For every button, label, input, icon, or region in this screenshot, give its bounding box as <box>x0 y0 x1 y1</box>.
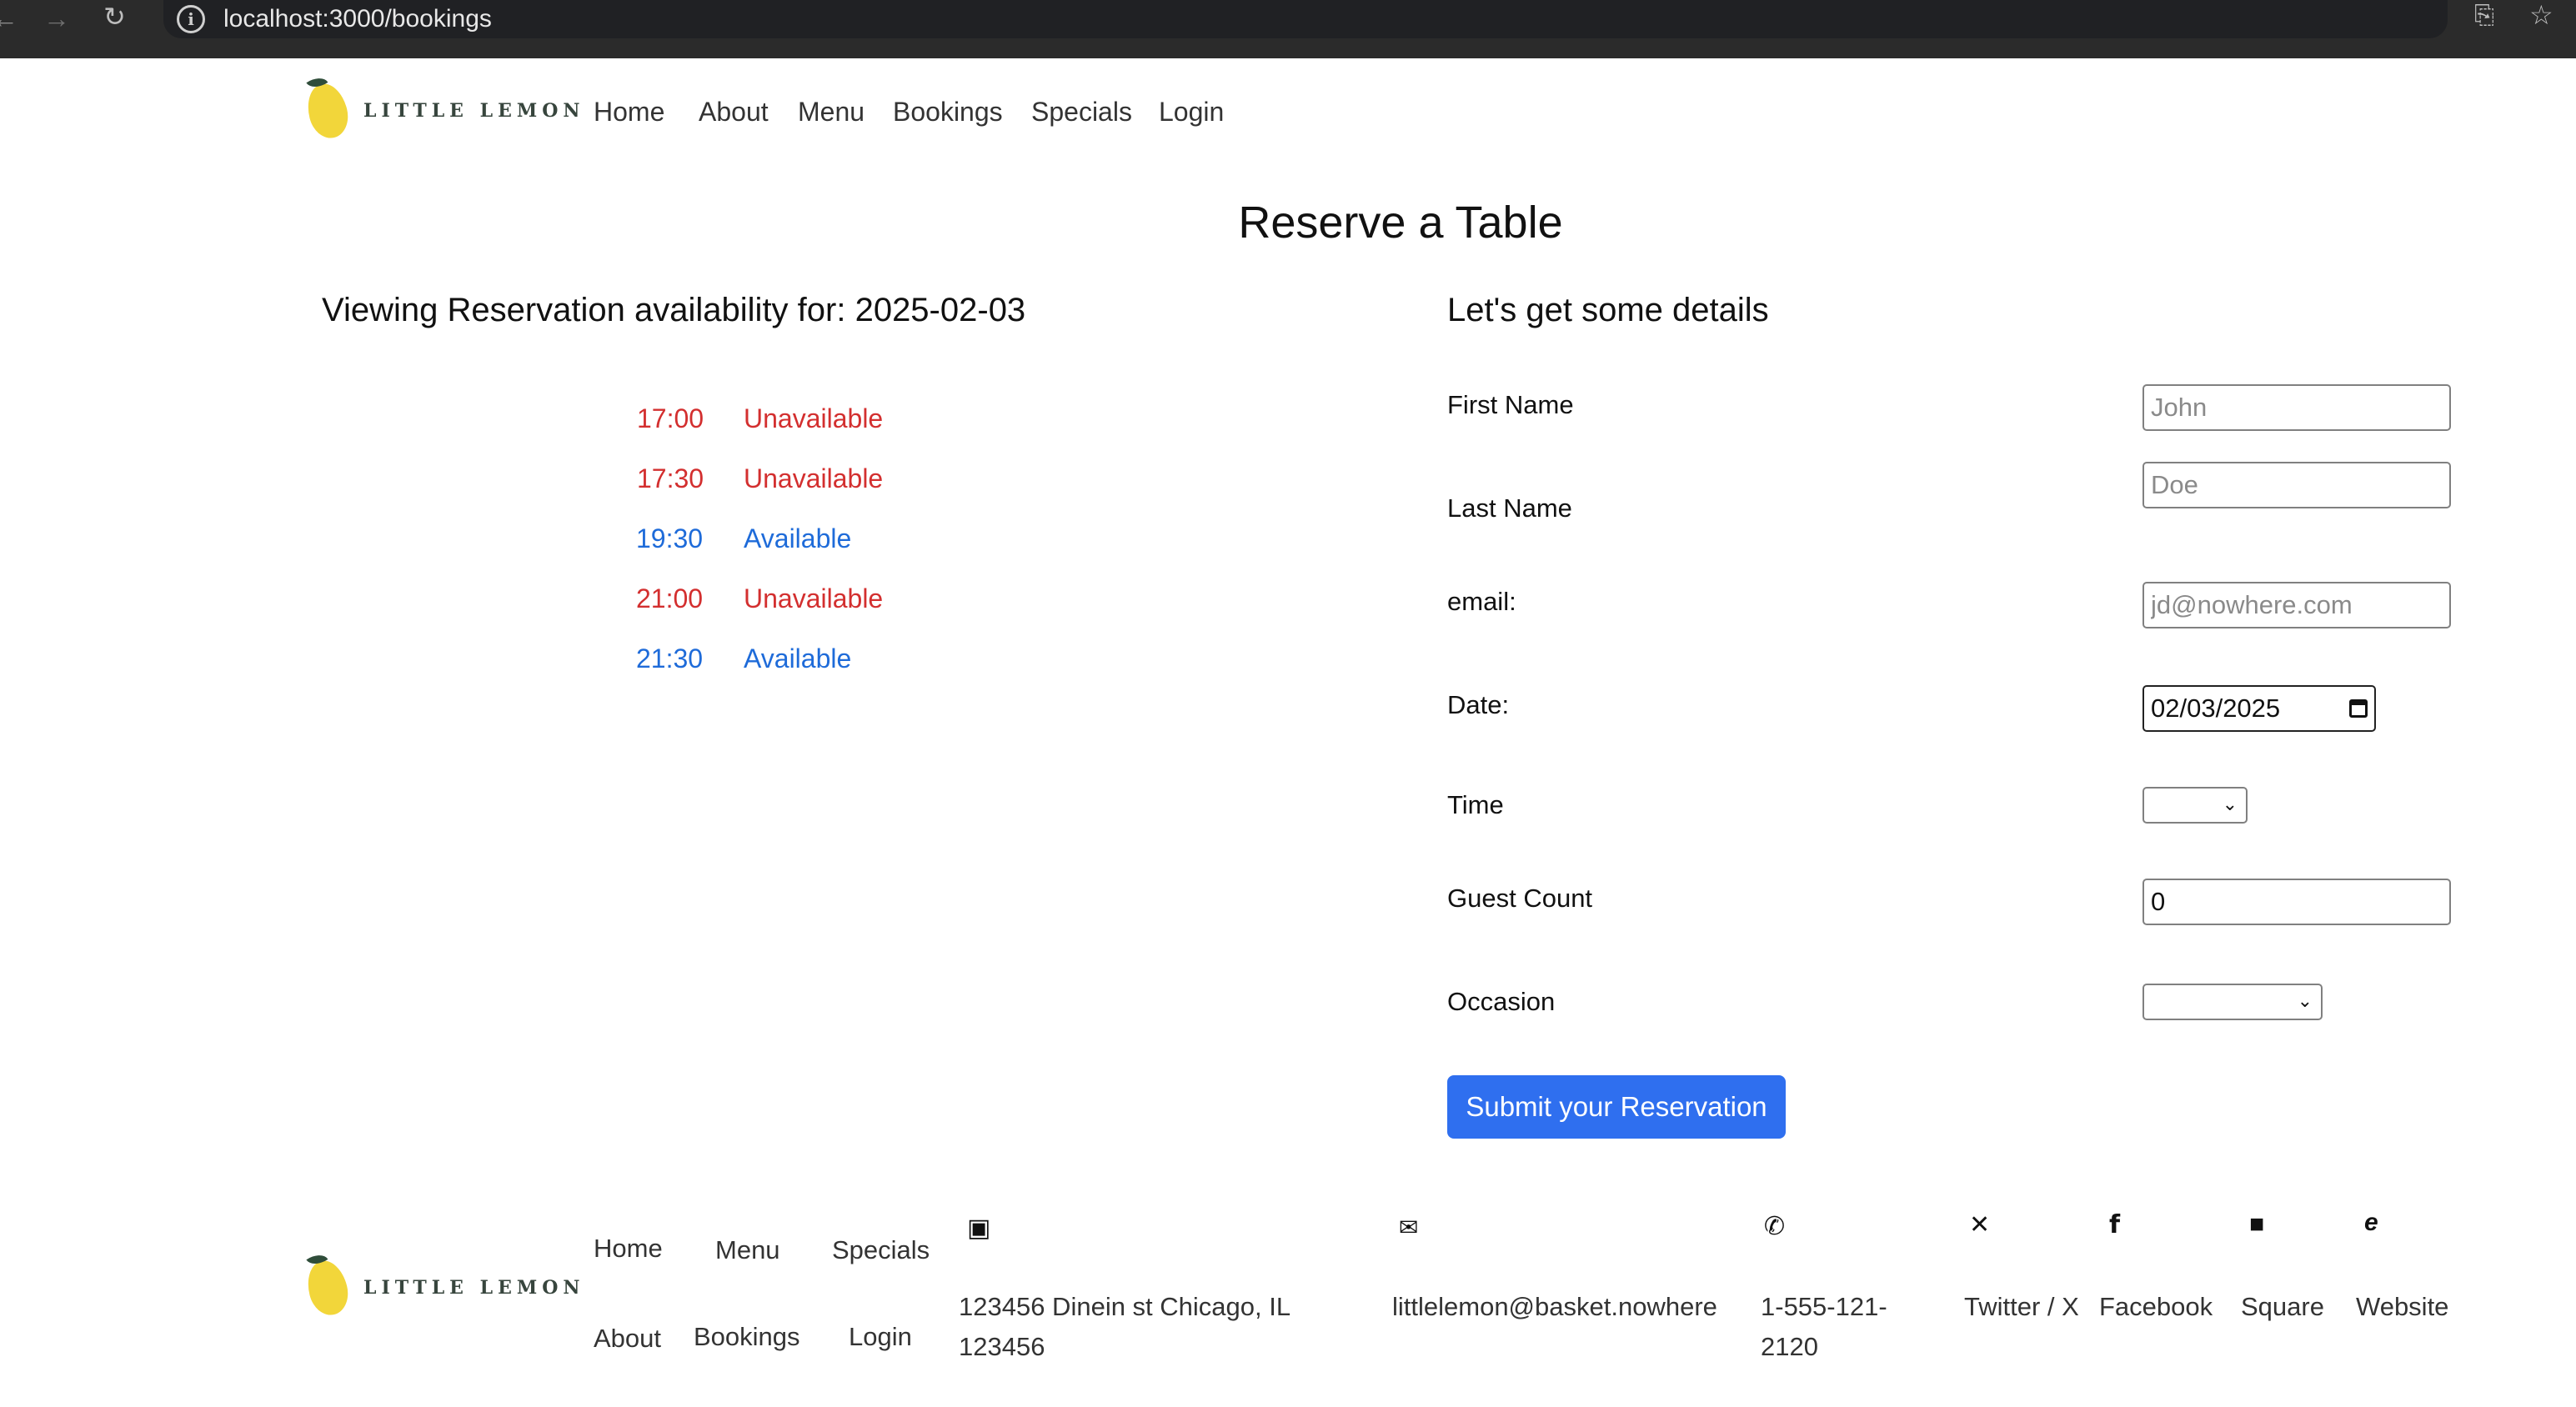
footer-address: 123456 Dinein st Chicago, IL 123456 <box>959 1292 1290 1361</box>
date-input[interactable]: 02/03/2025 <box>2142 685 2376 732</box>
nav-bookings[interactable]: Bookings <box>893 97 1003 128</box>
bookmark-star-icon[interactable]: ☆ <box>2529 2 2553 28</box>
nav-home[interactable]: Home <box>594 97 664 128</box>
footer-nav-login[interactable]: Login <box>849 1322 912 1352</box>
footer-social-square[interactable]: Square <box>2241 1287 2324 1327</box>
back-arrow-icon[interactable]: ← <box>0 5 18 32</box>
footer-nav-home[interactable]: Home <box>594 1234 663 1264</box>
reload-icon[interactable]: ↻ <box>103 3 126 30</box>
nav-menu[interactable]: Menu <box>798 97 865 128</box>
slot-status: Available <box>744 523 852 553</box>
square-icon: ■ <box>2249 1210 2265 1238</box>
website-icon: e <box>2364 1209 2378 1236</box>
footer-nav-menu[interactable]: Menu <box>715 1235 780 1265</box>
forward-arrow-icon[interactable]: → <box>43 5 70 32</box>
footer-email[interactable]: littlelemon@basket.nowhere <box>1392 1287 1717 1327</box>
slot-time: 21:30 <box>636 643 704 673</box>
slot-status: Unavailable <box>744 463 884 493</box>
x-twitter-icon: ✕ <box>1969 1211 1991 1239</box>
date-label: Date: <box>1447 690 1510 719</box>
site-info-icon[interactable]: i <box>177 5 205 33</box>
form-heading: Let's get some details <box>1447 292 1769 328</box>
logo-text: LITTLE LEMON <box>363 100 585 122</box>
time-label: Time <box>1447 790 1504 819</box>
nav-specials[interactable]: Specials <box>1031 97 1132 128</box>
slot-time: 19:30 <box>636 523 704 553</box>
availability-heading: Viewing Reservation availability for: 20… <box>322 292 1026 328</box>
date-value: 02/03/2025 <box>2151 693 2281 723</box>
footer-social-twitter[interactable]: Twitter / X <box>1964 1287 2081 1327</box>
footer-nav-about[interactable]: About <box>594 1324 661 1354</box>
submit-reservation-button[interactable]: Submit your Reservation <box>1447 1075 1786 1139</box>
slot-status: Available <box>744 643 852 673</box>
last-name-input[interactable] <box>2142 462 2451 508</box>
calendar-icon[interactable] <box>2349 699 2368 718</box>
guest-count-label: Guest Count <box>1447 884 1593 913</box>
chevron-down-icon: ⌄ <box>2297 990 2313 1011</box>
slot-time: 17:30 <box>637 463 704 493</box>
header-logo[interactable]: LITTLE LEMON <box>302 73 585 143</box>
guest-count-input[interactable]: 0 <box>2142 879 2451 925</box>
first-name-label: First Name <box>1447 390 1574 419</box>
occasion-select[interactable]: ⌄ <box>2142 984 2323 1020</box>
footer-nav-specials[interactable]: Specials <box>832 1235 930 1265</box>
slot-time: 21:00 <box>636 583 704 613</box>
logo-text: LITTLE LEMON <box>363 1277 585 1299</box>
slot-time: 17:00 <box>637 403 704 433</box>
phone-icon: ✆ <box>1764 1213 1786 1240</box>
nav-login[interactable]: Login <box>1159 97 1224 128</box>
page-title: Reserve a Table <box>1238 198 1563 248</box>
time-select[interactable]: ⌄ <box>2142 787 2248 824</box>
email-label: email: <box>1447 587 1516 616</box>
nav-about[interactable]: About <box>699 97 769 128</box>
first-name-input[interactable] <box>2142 384 2451 431</box>
browser-toolbar: ← → ↻ i localhost:3000/bookings ⎘ ☆ <box>0 0 2576 58</box>
footer-phone[interactable]: 1-555-121-2120 <box>1761 1287 1927 1367</box>
email-input[interactable] <box>2142 582 2451 628</box>
address-book-icon: ▣ <box>967 1214 991 1242</box>
chevron-down-icon: ⌄ <box>2222 794 2238 814</box>
facebook-icon: f <box>2109 1210 2121 1239</box>
address-bar[interactable] <box>163 0 2448 38</box>
occasion-label: Occasion <box>1447 987 1556 1016</box>
slot-status: Unavailable <box>744 403 884 433</box>
last-name-label: Last Name <box>1447 493 1572 523</box>
footer-logo[interactable]: LITTLE LEMON <box>302 1249 585 1319</box>
footer-nav-bookings[interactable]: Bookings <box>694 1322 800 1352</box>
install-app-icon[interactable]: ⎘ <box>2474 3 2494 28</box>
url-text[interactable]: localhost:3000/bookings <box>223 5 492 33</box>
lemon-icon <box>302 73 353 143</box>
footer-social-facebook[interactable]: Facebook <box>2099 1287 2213 1327</box>
guest-count-value: 0 <box>2151 887 2166 916</box>
lemon-icon <box>302 1249 353 1319</box>
envelope-icon: ✉ <box>1399 1214 1419 1240</box>
slot-status: Unavailable <box>744 583 884 613</box>
footer-social-website[interactable]: Website <box>2356 1287 2448 1327</box>
